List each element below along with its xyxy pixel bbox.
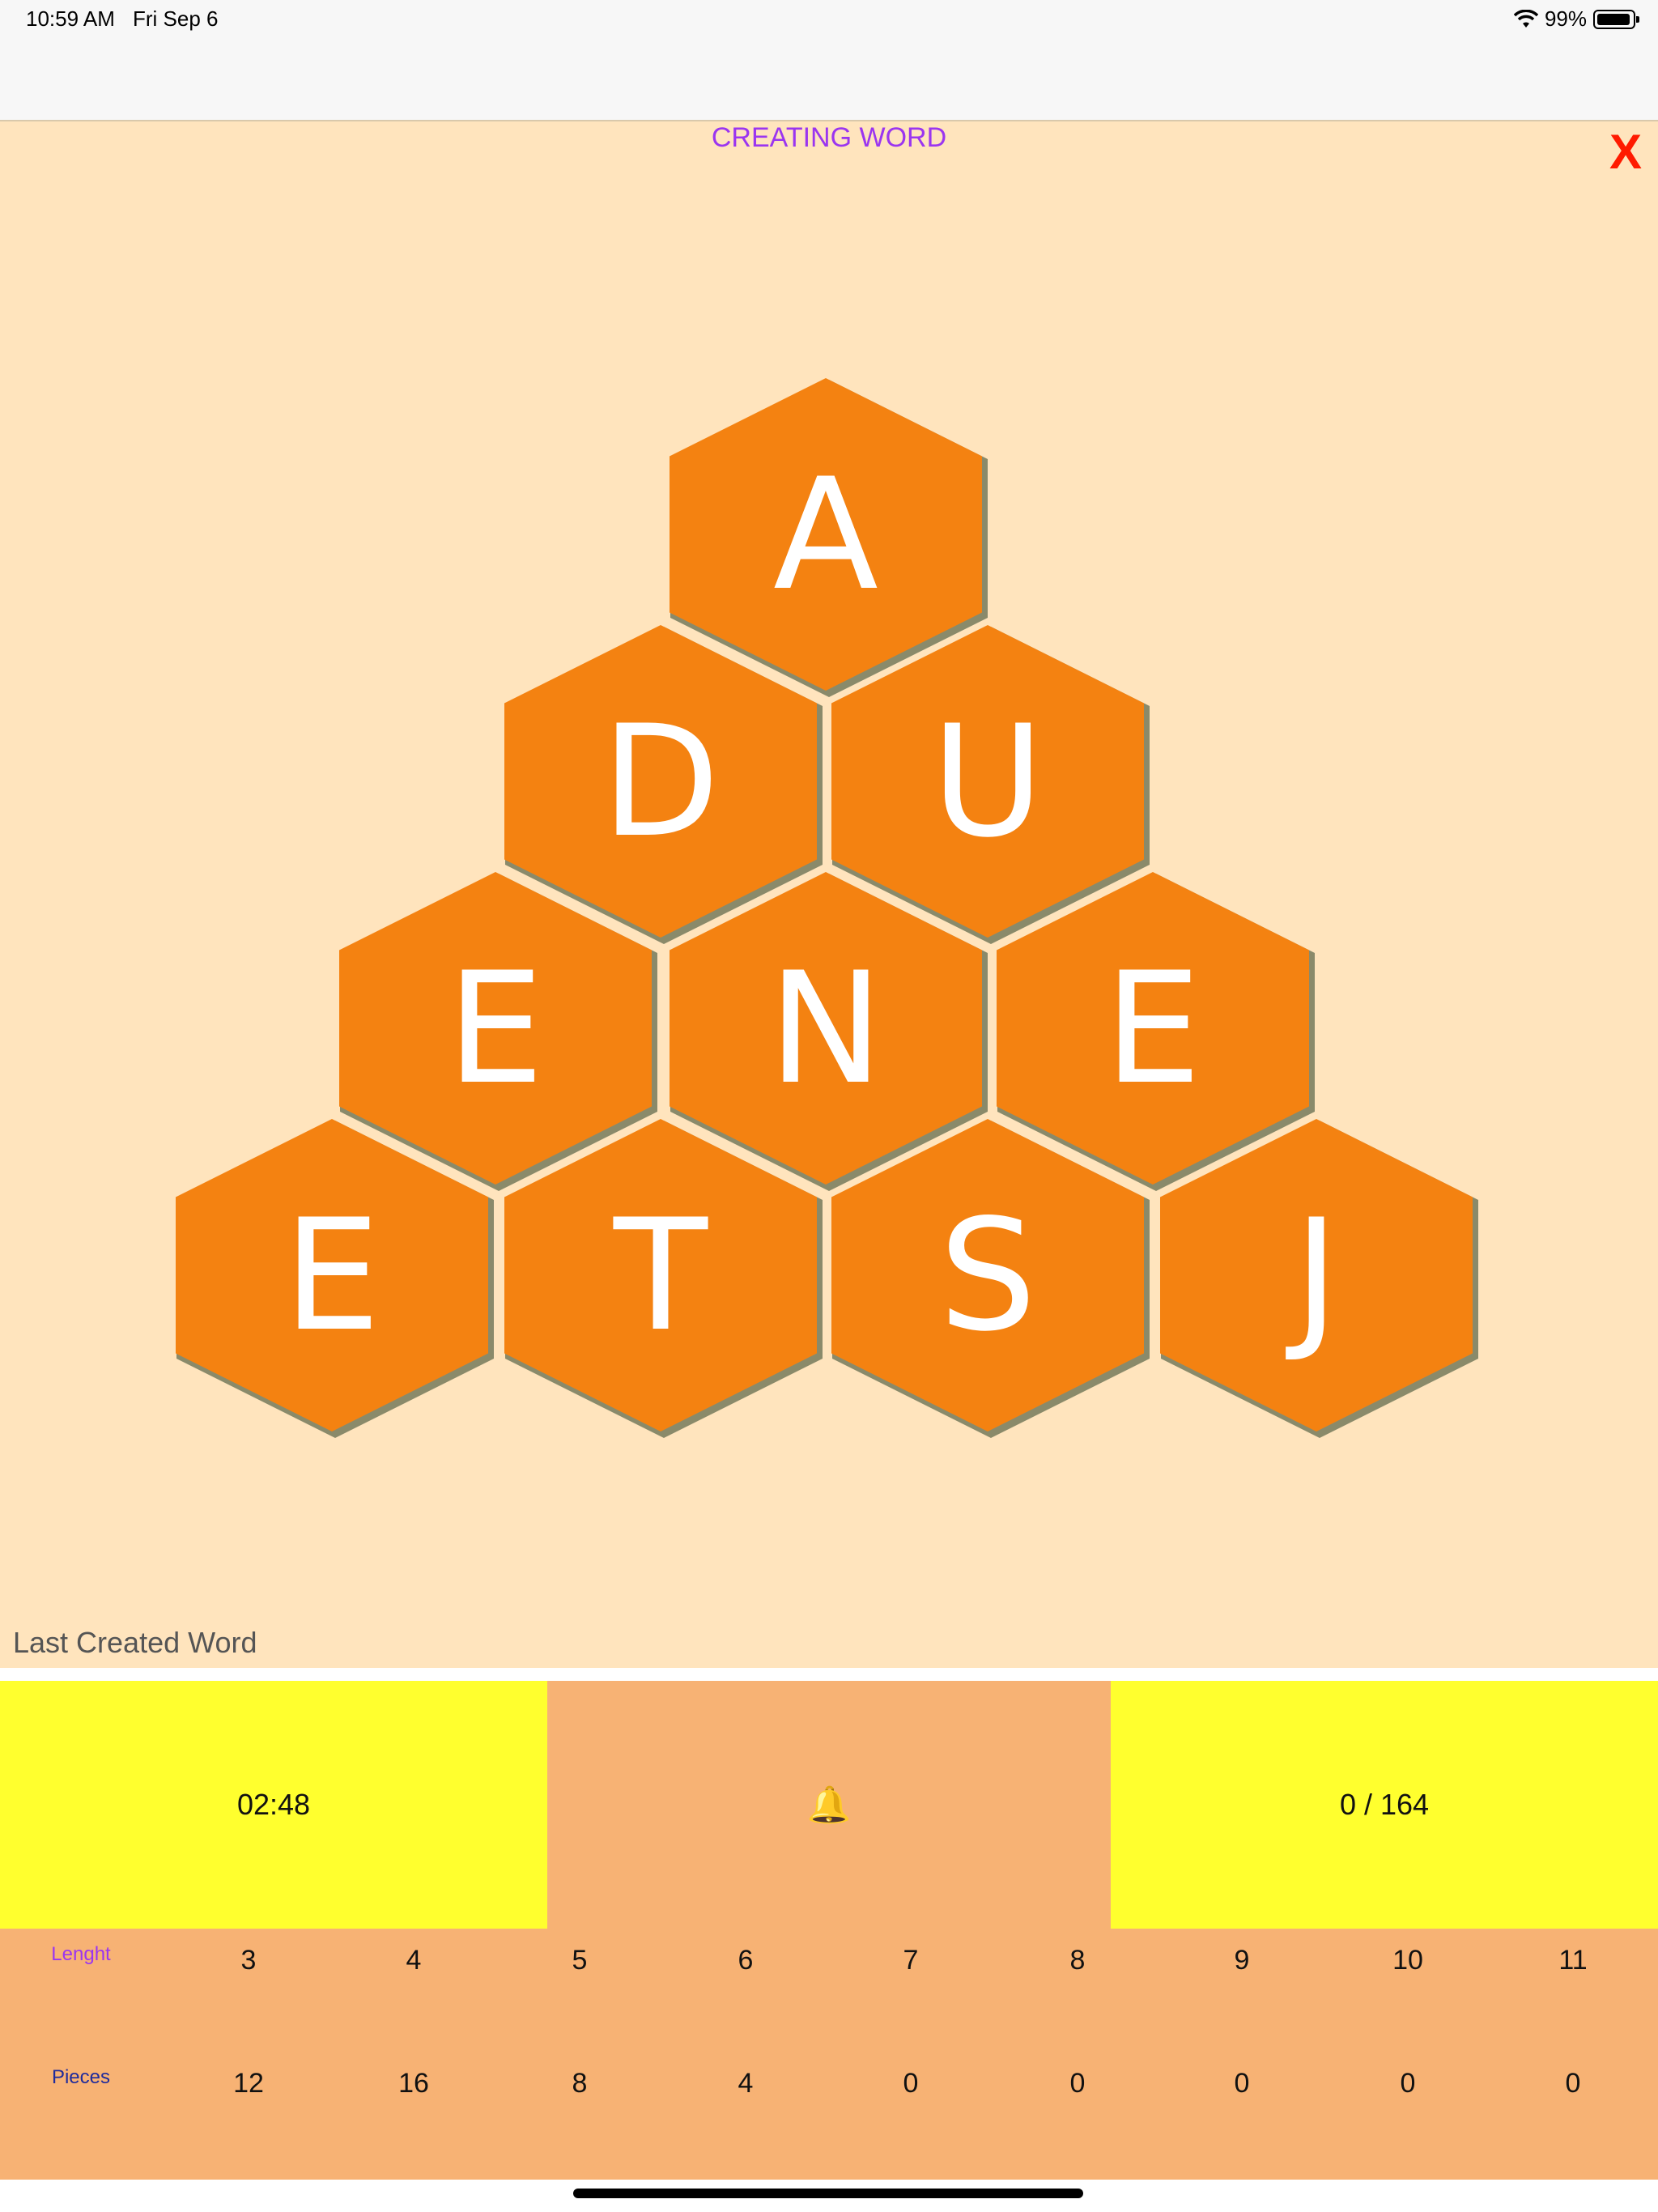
length-value: 3 (240, 1945, 257, 1976)
tile-letter: J (1293, 1185, 1340, 1365)
word-length-stats: Lenght Pieces 3 4 5 6 7 8 9 10 11 12 16 8 4 0 0 0 0 0 (0, 1929, 1658, 2180)
status-indicators: 99% (1513, 6, 1639, 32)
length-value: 9 (1234, 1945, 1250, 1976)
pieces-row-label: Pieces (51, 2066, 111, 2088)
length-value: 4 (406, 1945, 422, 1976)
length-value: 11 (1558, 1945, 1588, 1976)
pieces-value: 4 (738, 2068, 754, 2099)
letter-tile[interactable]: S (829, 1117, 1150, 1438)
timer-value: 02:48 (236, 1788, 311, 1821)
pieces-value: 0 (1234, 2068, 1250, 2099)
length-row-label: Lenght (51, 1943, 111, 1965)
length-value: 10 (1392, 1945, 1423, 1976)
length-value: 6 (738, 1945, 754, 1976)
tile-letter: E (283, 1185, 381, 1365)
pieces-value: 12 (233, 2068, 264, 2099)
pieces-value: 8 (572, 2068, 588, 2099)
close-button[interactable]: X (1609, 121, 1642, 183)
length-value: 5 (572, 1945, 588, 1976)
score-display: 0 / 164 (1111, 1681, 1658, 1929)
tile-letter: S (938, 1185, 1037, 1365)
page-title: CREATING WORD (711, 122, 947, 153)
status-time: 10:59 AM (26, 6, 115, 31)
wifi-icon (1513, 9, 1538, 28)
pieces-value: 0 (1565, 2068, 1581, 2099)
status-date: Fri Sep 6 (133, 6, 219, 31)
bell-button[interactable]: 🔔 (547, 1681, 1111, 1929)
score-value: 0 / 164 (1339, 1788, 1430, 1821)
status-bar: 10:59 AM Fri Sep 6 99% (0, 0, 1658, 121)
home-indicator[interactable] (573, 2189, 1083, 2198)
battery-icon (1593, 9, 1639, 29)
pieces-value: 0 (903, 2068, 919, 2099)
letter-tile[interactable]: T (502, 1117, 823, 1438)
last-created-word-label: Last Created Word (13, 1626, 257, 1659)
pieces-value: 0 (1400, 2068, 1416, 2099)
tile-letter: T (613, 1185, 708, 1365)
length-value: 7 (903, 1945, 919, 1976)
bell-icon: 🔔 (806, 1785, 852, 1825)
timer-display: 02:48 (0, 1681, 547, 1929)
letter-tile[interactable]: E (173, 1117, 494, 1438)
letter-tile[interactable]: J (1158, 1117, 1478, 1438)
pieces-value: 0 (1069, 2068, 1086, 2099)
battery-fill (1597, 13, 1630, 25)
battery-percent: 99% (1544, 6, 1587, 31)
pieces-value: 16 (398, 2068, 429, 2099)
length-value: 8 (1069, 1945, 1086, 1976)
